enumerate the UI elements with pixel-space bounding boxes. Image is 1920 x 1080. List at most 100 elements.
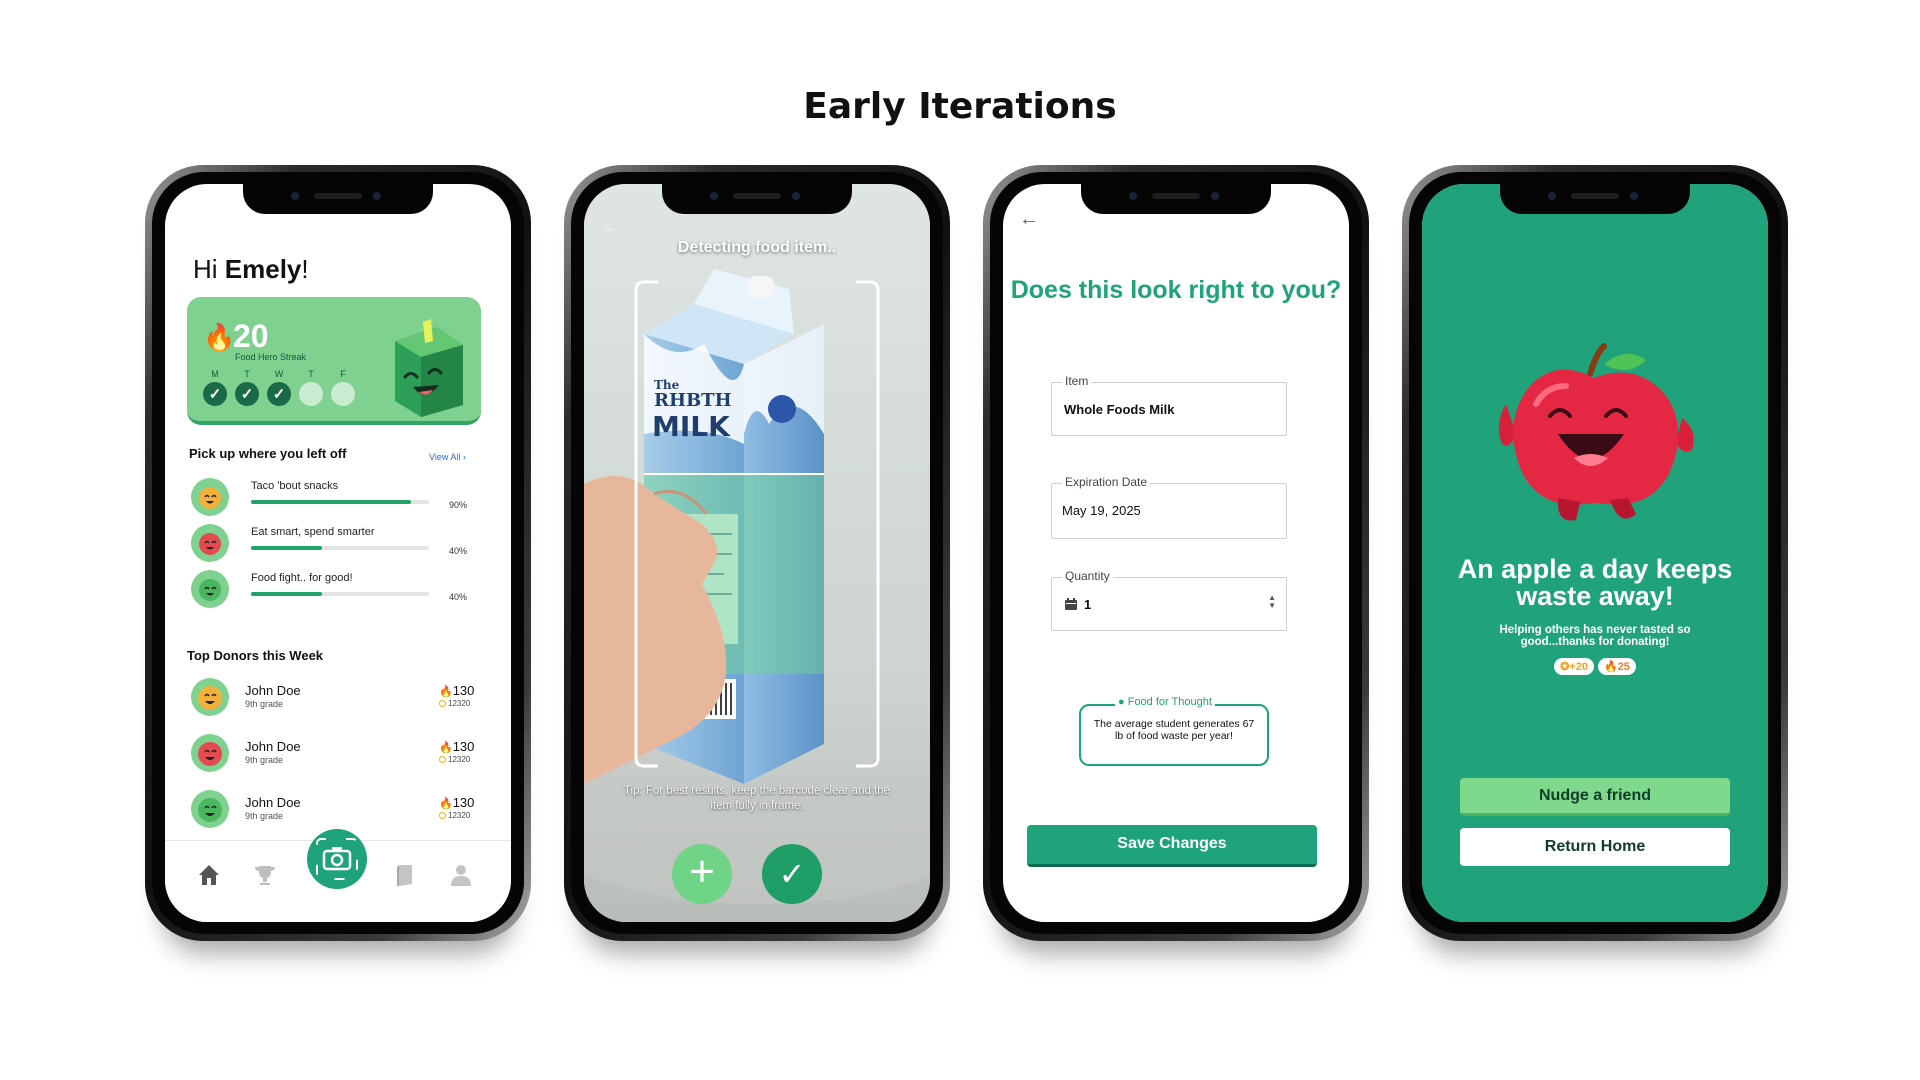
- quantity-label: Quantity: [1062, 569, 1113, 583]
- carton-product: MILK: [652, 410, 731, 443]
- course-item[interactable]: Food fight.. for good! 40%: [191, 568, 487, 614]
- phone-home: Hi Emely! 🔥 20 Food Hero Streak M ✓ T ✓ W ✓ T F: [145, 165, 531, 941]
- stepper-arrows-icon[interactable]: ▲ ▼: [1268, 594, 1276, 610]
- reward-badges: ✪+20 🔥25: [1422, 658, 1768, 675]
- item-field[interactable]: Item Whole Foods Milk: [1051, 374, 1287, 436]
- scan-button[interactable]: [307, 829, 367, 889]
- donor-grade: 9th grade: [245, 811, 284, 821]
- course-icon: [191, 478, 229, 516]
- points-badge: ✪+20: [1554, 658, 1594, 675]
- nudge-friend-button[interactable]: Nudge a friend: [1460, 778, 1730, 816]
- confirm-scan-button[interactable]: ✓: [762, 844, 822, 904]
- flame-icon: 🔥: [439, 798, 453, 810]
- user-name: Emely: [224, 254, 302, 284]
- save-changes-button[interactable]: Save Changes: [1027, 825, 1317, 867]
- donor-row[interactable]: John Doe 9th grade 🔥130 12320: [191, 678, 487, 722]
- streak-day: M ✓: [203, 369, 227, 406]
- expiration-value: May 19, 2025: [1062, 503, 1141, 518]
- expiration-date-field[interactable]: Expiration Date May 19, 2025: [1051, 475, 1287, 539]
- success-subtext: Helping others has never tasted so good.…: [1499, 624, 1691, 648]
- presentation-slide: Early Iterations Hi Emely! 🔥 20 Food Her…: [0, 0, 1920, 1080]
- flame-icon: 🔥: [1603, 661, 1618, 673]
- streak-count: 20: [233, 318, 269, 354]
- return-home-button[interactable]: Return Home: [1460, 828, 1730, 866]
- donor-row[interactable]: John Doe 9th grade 🔥130 12320: [191, 790, 487, 834]
- phone-notch: [1081, 184, 1271, 214]
- course-progress-bar: [251, 592, 429, 596]
- flame-icon: 🔥: [203, 322, 236, 352]
- course-progress-bar: [251, 500, 429, 504]
- course-title: Eat smart, spend smarter: [251, 526, 375, 538]
- avatar: [191, 678, 229, 716]
- donor-streak: 🔥130: [439, 683, 475, 698]
- donor-points: 12320: [439, 811, 470, 820]
- course-title: Food fight.. for good!: [251, 572, 353, 584]
- empty-day-icon: [331, 382, 355, 406]
- view-all-link[interactable]: View All ›: [429, 452, 466, 462]
- profile-icon[interactable]: [447, 861, 475, 889]
- greeting: Hi Emely!: [193, 254, 309, 284]
- checkmark-icon: ✓: [778, 856, 806, 892]
- flame-icon: 🔥: [439, 686, 453, 698]
- food-for-thought-label: ● Food for Thought: [1115, 696, 1215, 708]
- streak-days: M ✓ T ✓ W ✓ T F: [203, 369, 355, 406]
- confirm-title: Does this look right to you?: [1010, 276, 1342, 304]
- donor-streak: 🔥130: [439, 795, 475, 810]
- back-arrow-icon[interactable]: ←: [1019, 208, 1039, 231]
- quantity-value: 1: [1084, 597, 1092, 612]
- streak-day-label: F: [340, 369, 346, 379]
- donor-grade: 9th grade: [245, 699, 284, 709]
- coin-icon: [439, 812, 446, 819]
- course-progress-percent: 40%: [449, 546, 468, 556]
- item-value: Whole Foods Milk: [1064, 402, 1175, 417]
- success-screen: An apple a day keeps waste away! Helping…: [1422, 184, 1768, 922]
- streak-day: T ✓: [235, 369, 259, 406]
- expiration-label: Expiration Date: [1062, 475, 1151, 489]
- check-icon: ✓: [235, 382, 259, 406]
- course-icon: [191, 524, 229, 562]
- coin-icon: [439, 756, 446, 763]
- home-icon[interactable]: [195, 861, 223, 889]
- phone-notch: [662, 184, 852, 214]
- check-icon: ✓: [203, 382, 227, 406]
- confirm-screen: ← Does this look right to you? Item Whol…: [1003, 184, 1349, 922]
- donor-points: 12320: [439, 755, 470, 764]
- streak-label: Food Hero Streak: [235, 352, 307, 362]
- book-icon[interactable]: [391, 861, 419, 889]
- back-arrow-icon[interactable]: ←: [602, 216, 622, 239]
- box-mascot-icon: [395, 319, 463, 417]
- streak-day: T: [299, 369, 323, 406]
- avatar: [191, 734, 229, 772]
- course-item[interactable]: Taco 'bout snacks 90%: [191, 476, 487, 522]
- donor-name: John Doe: [245, 683, 301, 698]
- course-icon: [191, 570, 229, 608]
- streak-day-label: T: [244, 369, 250, 379]
- donor-row[interactable]: John Doe 9th grade 🔥130 12320: [191, 734, 487, 778]
- phone-success: An apple a day keeps waste away! Helping…: [1402, 165, 1788, 941]
- add-item-button[interactable]: +: [672, 844, 732, 904]
- camera-icon: [316, 838, 358, 880]
- trophy-icon[interactable]: [251, 861, 279, 889]
- empty-day-icon: [299, 382, 323, 406]
- avatar: [191, 790, 229, 828]
- page-title: Early Iterations: [803, 86, 1117, 127]
- donor-streak: 🔥130: [439, 739, 475, 754]
- streak-card[interactable]: 🔥 20 Food Hero Streak M ✓ T ✓ W ✓ T F: [187, 297, 481, 425]
- apple-mascot-icon: [1498, 343, 1694, 521]
- continue-heading: Pick up where you left off: [189, 446, 347, 461]
- scan-tip: Tip: For best results, keep the barcode …: [623, 785, 891, 812]
- quantity-stepper[interactable]: Quantity 1 ▲ ▼: [1051, 569, 1287, 631]
- streak-day-label: W: [274, 369, 284, 379]
- carton-brand: RHBTH: [654, 390, 732, 411]
- item-label: Item: [1062, 374, 1092, 388]
- phone-scan: The RHBTH MILK ← Detecting food item.. T…: [564, 165, 950, 941]
- bottom-nav: [165, 829, 511, 922]
- streak-day-label: T: [308, 369, 314, 379]
- coin-icon: ✪: [1560, 661, 1570, 673]
- calendar-icon: [1065, 598, 1077, 610]
- phone-confirm: ← Does this look right to you? Item Whol…: [983, 165, 1369, 941]
- course-progress-percent: 40%: [449, 592, 468, 602]
- plus-icon: +: [689, 847, 715, 896]
- food-for-thought-text: The average student generates 67 lb of f…: [1093, 718, 1255, 742]
- course-item[interactable]: Eat smart, spend smarter 40%: [191, 522, 487, 568]
